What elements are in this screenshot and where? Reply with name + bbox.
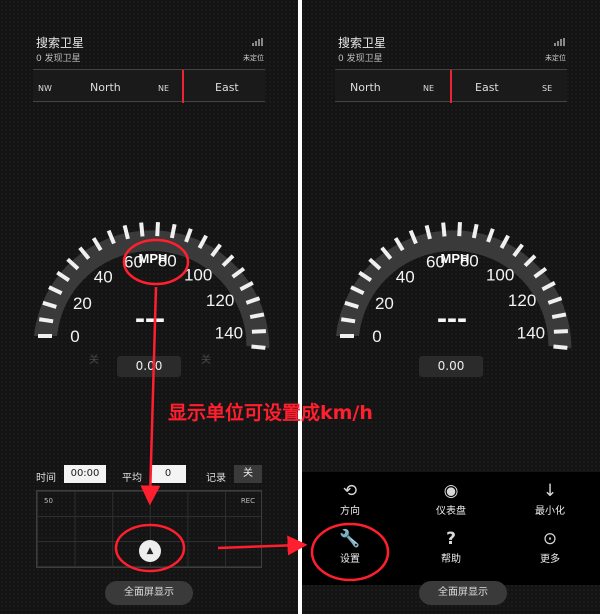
arrow-down-icon: ↓	[542, 481, 558, 501]
gauge-tick-label: 40	[94, 267, 113, 286]
gauge-tick	[553, 329, 568, 334]
gauge-tick	[251, 344, 266, 350]
menu-item-more[interactable]: ⊙ 更多	[510, 528, 590, 565]
menu-item-label: 最小化	[535, 506, 565, 517]
gauge-tick-label: 140	[517, 324, 545, 343]
average-label: 平均	[122, 473, 142, 484]
graph-y-max: 50	[44, 497, 53, 505]
menu-expand-button[interactable]: ▲	[139, 540, 161, 562]
left-screen: 搜索卫星 0 发现卫星 未定位 NW North NE East 0 20 40 60…	[0, 0, 298, 614]
menu-item-label: 帮助	[441, 554, 461, 565]
time-label: 时间	[36, 473, 56, 484]
average-value: 0	[150, 465, 186, 483]
trip-stats: 时间 00:00 平均 0 记录 关	[0, 465, 298, 485]
gauge-tick-label: 120	[508, 291, 536, 310]
speed-unit-label: MPH	[139, 251, 168, 266]
gauge-tick-label: 140	[215, 324, 243, 343]
gauge-tick-label: 20	[375, 294, 394, 313]
menu-item-label: 更多	[540, 554, 560, 565]
menu-item-settings[interactable]: 🔧 设置	[310, 528, 390, 565]
menu-item-direction[interactable]: ⟲ 方向	[310, 480, 390, 517]
odometer-value: 0.00	[117, 356, 181, 377]
fullscreen-button[interactable]: 全面屏显示	[105, 581, 193, 605]
time-value: 00:00	[64, 465, 106, 483]
gauge-tick-label: 20	[73, 294, 92, 313]
current-speed: ---	[437, 302, 467, 335]
gauge-tick	[441, 222, 447, 237]
current-speed: ---	[135, 302, 165, 335]
chevron-down-circle-icon: ⊙	[542, 529, 558, 549]
gauge-tick	[139, 222, 145, 237]
gauge-tick	[249, 312, 265, 320]
gauge-tick	[457, 222, 462, 237]
gauge-tick	[169, 223, 177, 239]
gauge-tick	[551, 312, 567, 320]
bottom-menu: ⟲ 方向 ◉ 仪表盘 ↓ 最小化 🔧 设置 ? 帮助 ⊙ 更多	[302, 472, 600, 585]
odometer-value: 0.00	[419, 356, 483, 377]
gauge-tick-label: 0	[372, 327, 381, 346]
menu-item-label: 方向	[340, 506, 360, 517]
gauge-tick	[471, 223, 479, 239]
gauge-tick	[553, 344, 568, 350]
gauge-tick-label: 100	[486, 265, 514, 284]
right-screen: 搜索卫星 0 发现卫星 未定位 North NE East SE 0 20 40 60…	[302, 0, 600, 614]
record-label: 记录	[206, 473, 226, 484]
rotate-icon: ⟲	[342, 481, 358, 501]
help-icon: ?	[446, 529, 456, 549]
gauge-tick-label: 100	[184, 265, 212, 284]
fullscreen-button[interactable]: 全面屏显示	[419, 581, 507, 605]
record-toggle[interactable]: 关	[234, 465, 262, 483]
menu-item-dashboard[interactable]: ◉ 仪表盘	[411, 480, 491, 517]
graph-rec-label: REC	[240, 497, 255, 505]
gauge-tick-label: 0	[70, 327, 79, 346]
faded-label: 关	[201, 353, 211, 366]
gauge-tick	[251, 329, 266, 334]
gauge-tick-label: 120	[206, 291, 234, 310]
gauge-tick	[38, 317, 54, 324]
menu-item-label: 仪表盘	[436, 506, 466, 517]
menu-item-help[interactable]: ? 帮助	[411, 528, 491, 565]
gauge-tick	[155, 222, 160, 237]
faded-label: 关	[89, 353, 99, 366]
menu-item-minimize[interactable]: ↓ 最小化	[510, 480, 590, 517]
menu-item-label: 设置	[340, 554, 360, 565]
wrench-icon: 🔧	[339, 529, 361, 549]
gauge-tick-label: 40	[396, 267, 415, 286]
gauge-tick	[340, 317, 356, 324]
annotation-text: 显示单位可设置成km/h	[168, 402, 373, 424]
speed-unit-label: MPH	[441, 251, 470, 266]
eye-icon: ◉	[443, 481, 459, 501]
